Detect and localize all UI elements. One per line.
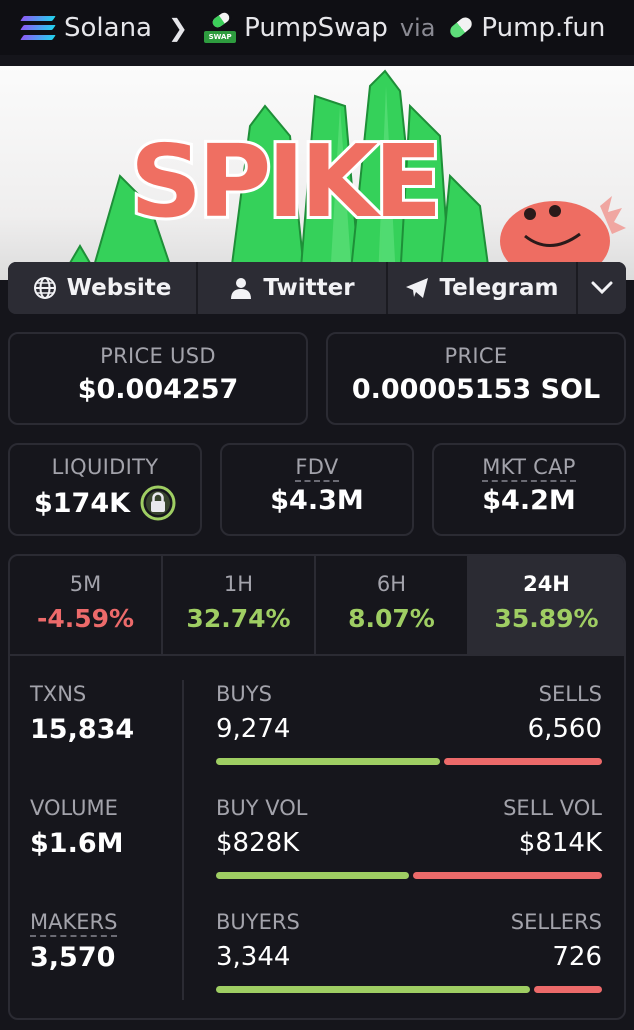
price-native-card: PRICE 0.00005153 SOL	[326, 332, 626, 425]
globe-icon	[33, 276, 57, 300]
via-label: via	[399, 13, 436, 42]
makers-value: 3,570	[30, 942, 116, 973]
buys-sells-stat: BUYS SELLS 9,274 6,560	[216, 682, 602, 765]
pumpfun-logo-icon	[449, 17, 471, 39]
telegram-button[interactable]: Telegram	[388, 262, 578, 314]
sellers-label: SELLERS	[510, 910, 602, 934]
makers-stat: MAKERS 3,570	[30, 910, 118, 973]
sells-bar	[443, 758, 602, 765]
tab-label: 5M	[69, 572, 102, 596]
liquidity-value: $174K	[33, 487, 131, 519]
twitter-button[interactable]: Twitter	[198, 262, 388, 314]
txns-label: TXNS	[30, 682, 87, 706]
buy-vol-label: BUY VOL	[216, 796, 308, 820]
tab-change: -4.59%	[36, 604, 135, 633]
sell-vol-bar	[412, 872, 602, 879]
tab-label: 24H	[523, 572, 570, 596]
buys-label: BUYS	[216, 682, 272, 706]
buy-vol-bar	[216, 872, 409, 879]
chevron-right-icon: ❯	[167, 13, 189, 42]
txns-value: 15,834	[30, 714, 135, 745]
tab-1h[interactable]: 1H 32.74%	[163, 556, 316, 654]
banner-art: SPIKE	[58, 69, 626, 280]
column-divider	[182, 680, 184, 1000]
buy-vol-value: $828K	[216, 828, 300, 858]
timeframe-tabs: 5M -4.59% 1H 32.74% 6H 8.07% 24H 35.89%	[10, 556, 624, 656]
buyers-ratio-bar	[216, 986, 602, 993]
tab-change: 8.07%	[348, 604, 435, 633]
liquidity-card: LIQUIDITY $174K	[8, 443, 202, 536]
tab-6h[interactable]: 6H 8.07%	[316, 556, 469, 654]
sell-vol-value: $814K	[518, 828, 602, 858]
pumpswap-logo-icon: SWAP	[204, 7, 237, 43]
banner-title: SPIKE	[130, 123, 438, 240]
mcap-label[interactable]: MKT CAP	[482, 455, 576, 482]
tab-24h[interactable]: 24H 35.89%	[469, 556, 624, 654]
mcap-value: $4.2M	[482, 485, 576, 516]
telegram-label: Telegram	[439, 275, 559, 301]
telegram-icon	[405, 277, 429, 299]
user-icon	[229, 276, 253, 300]
more-links-button[interactable]	[578, 262, 626, 314]
stats-panel: 5M -4.59% 1H 32.74% 6H 8.07% 24H 35.89% …	[8, 554, 626, 1020]
buyers-bar	[216, 986, 530, 993]
price-usd-card: PRICE USD $0.004257	[8, 332, 308, 425]
tab-5m[interactable]: 5M -4.59%	[10, 556, 163, 654]
tab-change: 32.74%	[186, 604, 291, 633]
volume-split-stat: BUY VOL SELL VOL $828K $814K	[216, 796, 602, 879]
sells-value: 6,560	[527, 714, 602, 744]
sellers-value: 726	[552, 942, 602, 972]
buys-bar	[216, 758, 440, 765]
fdv-value: $4.3M	[270, 485, 364, 516]
price-usd-value: $0.004257	[77, 374, 239, 405]
token-banner: SPIKE	[0, 66, 634, 280]
price-native-value: 0.00005153 SOL	[351, 374, 601, 405]
mcap-card: MKT CAP $4.2M	[432, 443, 626, 536]
website-button[interactable]: Website	[8, 262, 198, 314]
tab-label: 6H	[376, 572, 407, 596]
price-native-label: PRICE	[444, 344, 508, 368]
breadcrumb-launchpad[interactable]: Pump.fun	[481, 13, 605, 43]
makers-label[interactable]: MAKERS	[30, 910, 118, 937]
txns-stat: TXNS 15,834	[30, 682, 134, 745]
website-label: Website	[66, 275, 172, 301]
tab-label: 1H	[223, 572, 254, 596]
sellers-bar	[534, 986, 602, 993]
buyers-label: BUYERS	[216, 910, 300, 934]
social-links: Website Twitter Telegram	[8, 262, 626, 314]
solana-logo-icon	[20, 15, 56, 40]
volume-stat: VOLUME $1.6M	[30, 796, 124, 859]
tab-change: 35.89%	[494, 604, 599, 633]
buys-value: 9,274	[216, 714, 291, 744]
fdv-card: FDV $4.3M	[220, 443, 414, 536]
buyers-sellers-stat: BUYERS SELLERS 3,344 726	[216, 910, 602, 993]
lock-icon[interactable]	[140, 485, 176, 521]
buyers-value: 3,344	[216, 942, 291, 972]
chevron-down-icon	[591, 275, 613, 301]
price-usd-label: PRICE USD	[100, 344, 216, 368]
breadcrumb-dex[interactable]: PumpSwap	[244, 13, 388, 43]
sell-vol-label: SELL VOL	[503, 796, 602, 820]
volume-label: VOLUME	[30, 796, 118, 820]
liquidity-label: LIQUIDITY	[51, 455, 159, 479]
breadcrumb-chain[interactable]: Solana	[64, 13, 152, 43]
volume-ratio-bar	[216, 872, 602, 879]
buys-sells-ratio-bar	[216, 758, 602, 765]
volume-value: $1.6M	[30, 828, 124, 859]
twitter-label: Twitter	[263, 275, 355, 301]
breadcrumb: Solana ❯ SWAP PumpSwap via Pump.fun	[0, 0, 634, 55]
sells-label: SELLS	[538, 682, 602, 706]
fdv-label[interactable]: FDV	[295, 455, 339, 482]
